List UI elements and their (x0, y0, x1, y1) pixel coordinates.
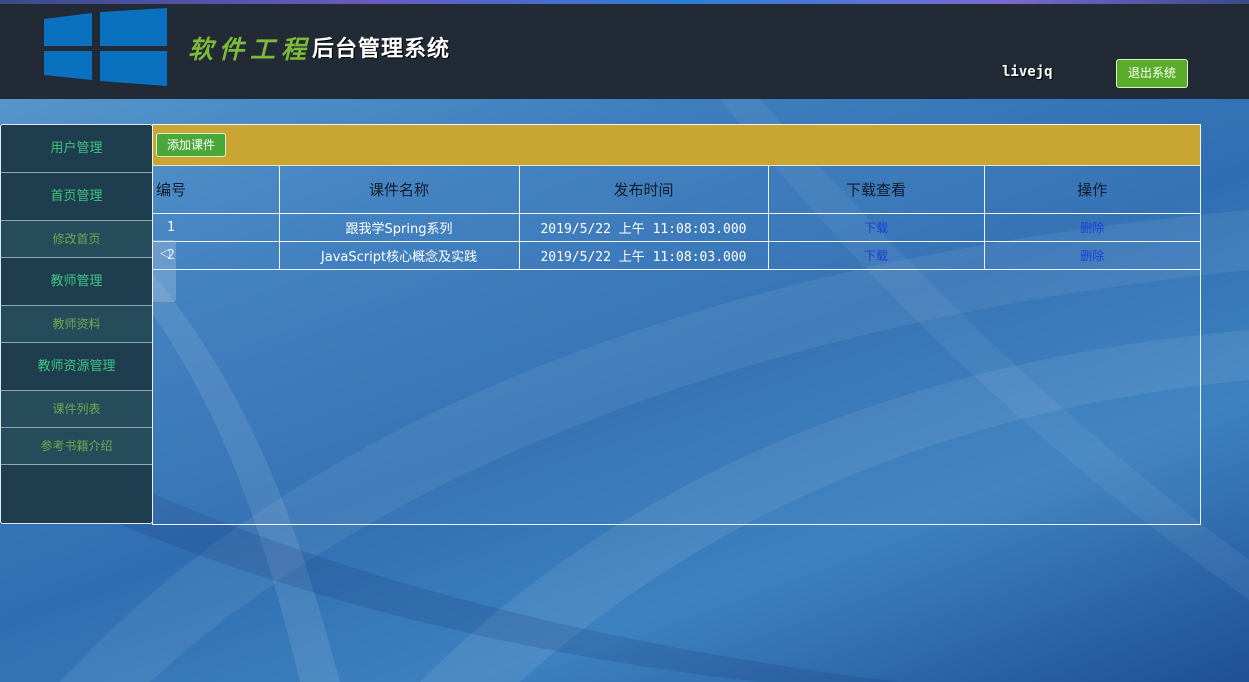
sidebar-item-teacher-profile[interactable]: 教师资料 (1, 306, 152, 343)
logout-button[interactable]: 退出系统 (1116, 59, 1188, 88)
sidebar-item-homepage-management[interactable]: 首页管理 (1, 173, 152, 221)
cell-id: 1 (153, 212, 280, 242)
sidebar-item-teacher-management[interactable]: 教师管理 (1, 258, 152, 306)
collapse-arrow-icon: ◁ (160, 246, 170, 261)
column-header-publish-time: 发布时间 (518, 166, 769, 214)
cell-publish-time: 2019/5/22 上午 11:08:03.000 (518, 212, 769, 242)
table-row: 2 JavaScript核心概念及实践 2019/5/22 上午 11:08:0… (153, 240, 1200, 270)
sidebar-item-courseware-list[interactable]: 课件列表 (1, 391, 152, 428)
brand-title-part2: 后台管理系统 (312, 37, 451, 62)
cell-name: 跟我学Spring系列 (278, 212, 520, 242)
top-header: 软件工程 后台管理系统 livejq 退出系统 (0, 0, 1249, 99)
sidebar-item-edit-homepage[interactable]: 修改首页 (1, 221, 152, 258)
download-link[interactable]: 下载 (864, 249, 888, 263)
add-courseware-button[interactable]: 添加课件 (156, 133, 226, 157)
column-header-id: 编号 (153, 166, 280, 214)
sidebar-nav: 用户管理 首页管理 修改首页 教师管理 教师资料 教师资源管理 课件列表 参考书… (0, 124, 153, 524)
cell-name: JavaScript核心概念及实践 (278, 240, 520, 270)
windows-logo-icon (44, 8, 167, 86)
table-row: 1 跟我学Spring系列 2019/5/22 上午 11:08:03.000 … (153, 212, 1200, 242)
courseware-table: 编号 课件名称 发布时间 下载查看 操作 1 跟我学Spring系列 2019/… (153, 166, 1200, 270)
column-header-actions: 操作 (983, 166, 1200, 214)
courseware-panel: 添加课件 编号 课件名称 发布时间 下载查看 操作 1 跟我学Spring系列 … (152, 124, 1201, 525)
panel-toolbar: 添加课件 (153, 125, 1200, 166)
cell-publish-time: 2019/5/22 上午 11:08:03.000 (518, 240, 769, 270)
sidebar-item-reference-books[interactable]: 参考书籍介绍 (1, 428, 152, 465)
delete-link[interactable]: 删除 (1080, 221, 1104, 235)
table-header-row: 编号 课件名称 发布时间 下载查看 操作 (153, 166, 1200, 214)
download-link[interactable]: 下载 (864, 221, 888, 235)
sidebar-item-user-management[interactable]: 用户管理 (1, 125, 152, 173)
delete-link[interactable]: 删除 (1080, 249, 1104, 263)
column-header-name: 课件名称 (278, 166, 520, 214)
brand-title-part1: 软件工程 (188, 35, 313, 64)
header-accent-strip (0, 0, 1249, 4)
current-username: livejq (1002, 64, 1053, 80)
sidebar-item-teacher-resources[interactable]: 教师资源管理 (1, 343, 152, 391)
column-header-download: 下载查看 (767, 166, 985, 214)
